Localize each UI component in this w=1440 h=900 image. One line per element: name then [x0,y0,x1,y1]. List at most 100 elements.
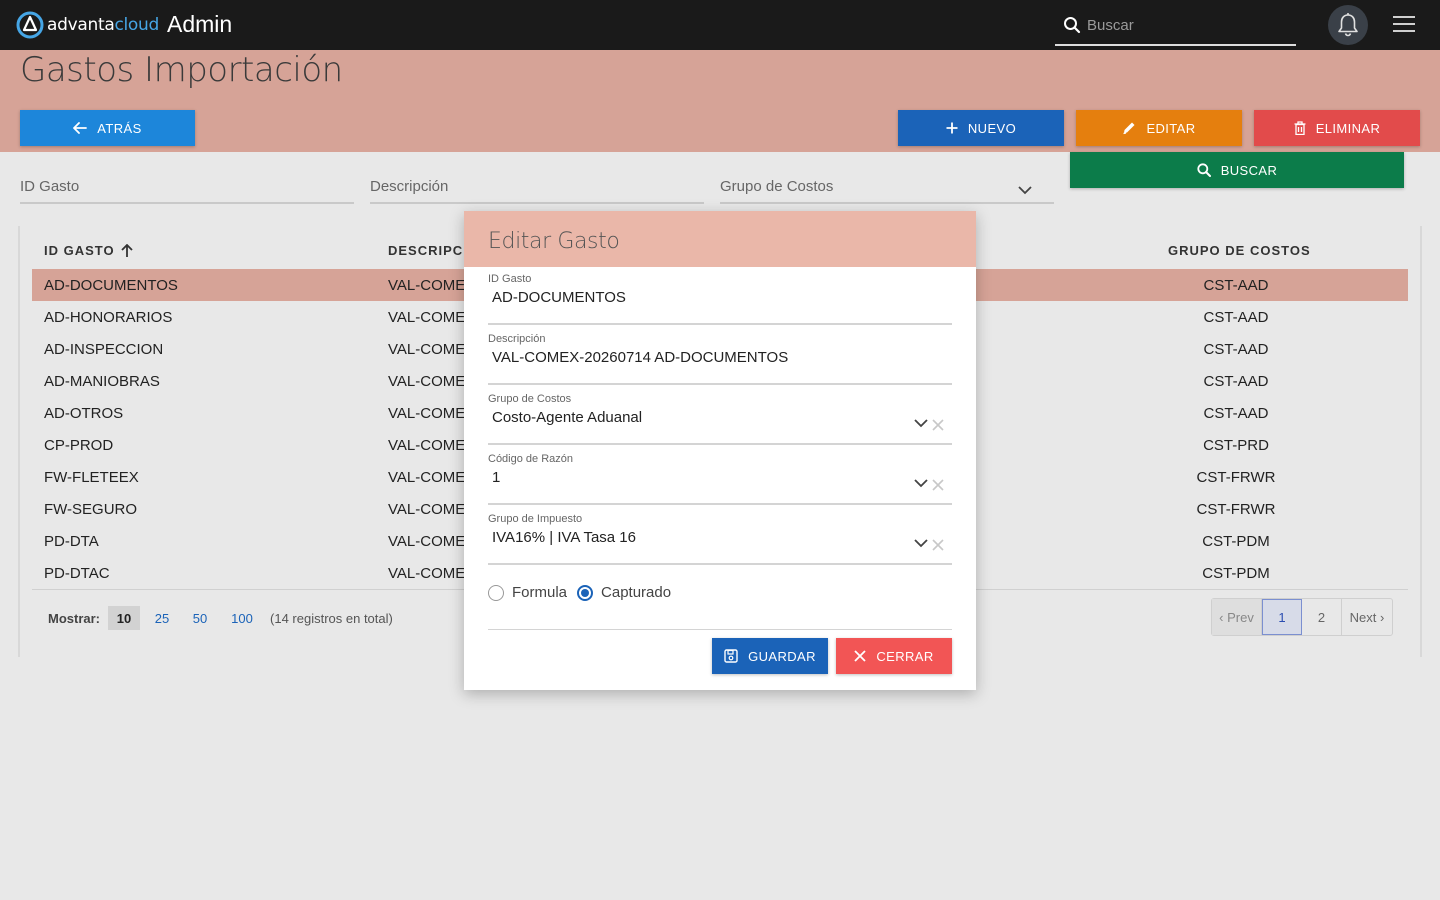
close-button[interactable]: CERRAR [836,638,952,674]
clear-icon[interactable] [932,479,944,491]
page-2-button[interactable]: 2 [1302,599,1342,635]
delete-button[interactable]: ELIMINAR [1254,110,1420,146]
page-title: Gastos Importación [20,50,343,90]
page-size-25[interactable]: 25 [146,606,178,630]
search-label: BUSCAR [1220,162,1278,178]
chevron-down-icon[interactable] [914,419,928,428]
page-size-10[interactable]: 10 [108,606,141,630]
select-grupo-impuesto[interactable]: Grupo de Impuesto IVA16% | IVA Tasa 16 [488,513,952,565]
new-label: NUEVO [967,120,1017,136]
page-size-50[interactable]: 50 [184,606,216,630]
field-label: Código de Razón [488,453,574,465]
prev-page-button[interactable]: ‹ Prev [1212,599,1262,635]
search-icon [1197,163,1211,177]
global-search[interactable] [1055,6,1296,46]
close-label: CERRAR [876,648,934,664]
logo-text: advantacloud [47,15,159,35]
field-label: Descripción [488,333,546,345]
field-label: Grupo de Costos [488,393,572,405]
cell-group: CST-PDM [1202,565,1270,582]
filter-grupo-costos[interactable]: Grupo de Costos [720,178,1054,204]
modal-title: Editar Gasto [488,229,620,254]
plus-icon [946,122,958,134]
cell-id: AD-HONORARIOS [44,309,173,326]
cell-desc: VAL-COMEX [388,277,476,294]
cell-desc: VAL-COMEX [388,341,476,358]
filter-descripcion[interactable]: Descripción [370,178,704,204]
field-label: Grupo de Impuesto [488,513,583,525]
cell-desc: VAL-COMEX [388,373,476,390]
cell-group: CST-AAD [1203,373,1269,390]
app-title: Admin [167,11,233,37]
cell-group: CST-FRWR [1196,501,1276,518]
modal-divider [488,629,952,630]
filter-id-gasto[interactable]: ID Gasto [20,178,354,204]
filter-group-label: Grupo de Costos [720,178,834,195]
search-input[interactable] [1087,14,1287,36]
show-label: Mostrar: [48,610,101,626]
radio-formula-label[interactable]: Formula [512,584,567,601]
cell-id: FW-FLETEEX [44,469,139,486]
field-value: Costo-Agente Aduanal [492,409,643,426]
page-1-button[interactable]: 1 [1262,599,1302,635]
radio-capturado-label[interactable]: Capturado [601,584,671,601]
next-page-button[interactable]: Next › [1342,599,1392,635]
cell-id: FW-SEGURO [44,501,138,518]
close-icon [854,650,866,662]
modal-header: Editar Gasto [464,211,976,267]
select-grupo-costos[interactable]: Grupo de Costos Costo-Agente Aduanal [488,393,952,445]
notifications-button[interactable] [1328,5,1368,45]
column-header-id[interactable]: ID GASTO [44,243,133,258]
chevron-down-icon[interactable] [914,539,928,548]
radio-formula[interactable] [488,584,504,601]
clear-icon[interactable] [932,539,944,551]
field-label: ID Gasto [488,273,532,285]
cell-group: CST-PRD [1203,437,1269,454]
field-value: AD-DOCUMENTOS [492,289,626,306]
bell-icon [1338,13,1358,37]
cell-id: AD-OTROS [44,405,124,422]
cell-desc: VAL-COMEX [388,565,476,582]
cell-id: CP-PROD [44,437,114,454]
field-value: IVA16% | IVA Tasa 16 [492,529,636,546]
cell-desc: VAL-COMEX [388,405,476,422]
cell-group: CST-AAD [1203,309,1269,326]
edit-button[interactable]: EDITAR [1076,110,1242,146]
cell-desc: VAL-COMEX [388,309,476,326]
edit-label: EDITAR [1146,120,1196,136]
chevron-down-icon[interactable] [914,479,928,488]
field-id-gasto[interactable]: ID Gasto AD-DOCUMENTOS [488,273,952,325]
back-label: ATRÁS [97,120,142,136]
search-button[interactable]: BUSCAR [1070,152,1404,188]
save-button[interactable]: GUARDAR [712,638,828,674]
field-value: VAL-COMEX-20260714 AD-DOCUMENTOS [492,349,789,366]
new-button[interactable]: NUEVO [898,110,1064,146]
search-icon [1064,17,1081,34]
cell-id: PD-DTA [44,533,99,550]
pencil-icon [1123,122,1135,135]
select-codigo-razon[interactable]: Código de Razón 1 [488,453,952,505]
pagination: ‹ Prev 1 2 Next › [1211,598,1393,636]
sort-up-icon [120,243,133,257]
column-header-group[interactable]: GRUPO DE COSTOS [1168,243,1311,258]
filter-id-label: ID Gasto [20,178,80,195]
logo[interactable]: advantacloud [16,11,159,39]
filter-desc-label: Descripción [370,178,449,195]
radio-capturado[interactable] [577,584,594,601]
delete-label: ELIMINAR [1315,120,1381,136]
cell-desc: VAL-COMEX [388,533,476,550]
back-button[interactable]: ATRÁS [20,110,195,146]
hamburger-menu-icon[interactable] [1393,16,1415,34]
chevron-down-icon [1018,186,1032,195]
page-size-100[interactable]: 100 [222,606,262,630]
cell-group: CST-PDM [1202,533,1270,550]
edit-expense-modal: Editar Gasto ID Gasto AD-DOCUMENTOS Desc… [464,211,976,690]
floppy-icon [724,649,738,663]
field-descripcion[interactable]: Descripción VAL-COMEX-20260714 AD-DOCUME… [488,333,952,385]
trash-icon [1294,121,1306,135]
cell-id: PD-DTAC [44,565,110,582]
cell-group: CST-AAD [1203,405,1269,422]
clear-icon[interactable] [932,419,944,431]
cell-group: CST-FRWR [1196,469,1276,486]
cell-group: CST-AAD [1203,341,1269,358]
